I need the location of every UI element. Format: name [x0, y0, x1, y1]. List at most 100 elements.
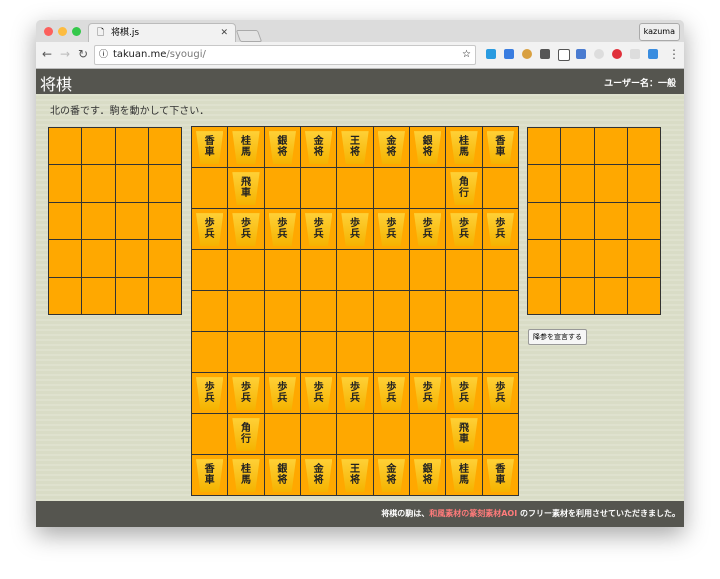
- board-cell[interactable]: [373, 414, 409, 454]
- board-cell[interactable]: 香車: [482, 127, 518, 167]
- hand-cell[interactable]: [82, 165, 115, 202]
- board-cell[interactable]: [373, 291, 409, 331]
- board-cell[interactable]: [300, 250, 337, 290]
- hand-cell[interactable]: [82, 240, 115, 277]
- board-cell[interactable]: [409, 168, 446, 208]
- hand-cell[interactable]: [561, 240, 594, 277]
- board-cell[interactable]: 香車: [482, 455, 518, 495]
- shogi-piece[interactable]: 歩兵: [413, 213, 442, 246]
- board-cell[interactable]: [228, 291, 264, 331]
- board-cell[interactable]: 桂馬: [446, 127, 482, 167]
- board-cell[interactable]: 歩兵: [482, 373, 518, 413]
- resign-button[interactable]: 降参を宣言する: [528, 329, 587, 345]
- board-cell[interactable]: 歩兵: [337, 209, 373, 249]
- hand-cell[interactable]: [115, 128, 148, 165]
- shogi-piece[interactable]: 銀将: [413, 131, 442, 164]
- board-cell[interactable]: [192, 250, 228, 290]
- board-cell[interactable]: [337, 168, 373, 208]
- hand-cell[interactable]: [528, 128, 561, 165]
- shogi-piece[interactable]: 桂馬: [450, 459, 478, 492]
- hand-cell[interactable]: [148, 165, 181, 202]
- board-cell[interactable]: 桂馬: [228, 127, 264, 167]
- hand-cell[interactable]: [561, 128, 594, 165]
- pocket-icon[interactable]: [540, 49, 550, 59]
- hand-cell[interactable]: [627, 240, 660, 277]
- board-cell[interactable]: [300, 414, 337, 454]
- hand-cell[interactable]: [528, 202, 561, 240]
- board-cell[interactable]: [337, 291, 373, 331]
- shogi-piece[interactable]: 歩兵: [377, 213, 405, 246]
- hand-cell[interactable]: [49, 240, 82, 277]
- hand-cell[interactable]: [528, 240, 561, 277]
- board-cell[interactable]: [482, 332, 518, 372]
- hand-cell[interactable]: [627, 128, 660, 165]
- hand-cell[interactable]: [561, 202, 594, 240]
- tab-shogi[interactable]: 🗋 将棋.js ✕: [88, 23, 236, 43]
- like-icon[interactable]: [558, 49, 570, 61]
- board-cell[interactable]: 歩兵: [300, 209, 337, 249]
- board-cell[interactable]: [337, 250, 373, 290]
- board-cell[interactable]: 歩兵: [446, 373, 482, 413]
- board-cell[interactable]: [337, 332, 373, 372]
- hand-cell[interactable]: [49, 277, 82, 314]
- board-cell[interactable]: [409, 332, 446, 372]
- board-cell[interactable]: [192, 168, 228, 208]
- board-cell[interactable]: [482, 291, 518, 331]
- shogi-piece[interactable]: 歩兵: [486, 213, 514, 246]
- shogi-piece[interactable]: 角行: [232, 418, 260, 451]
- board-cell[interactable]: 歩兵: [192, 373, 228, 413]
- board-cell[interactable]: [300, 332, 337, 372]
- hand-cell[interactable]: [148, 128, 181, 165]
- shogi-piece[interactable]: 王将: [341, 131, 369, 164]
- shogi-piece[interactable]: 歩兵: [196, 377, 224, 410]
- new-tab-button[interactable]: [235, 30, 263, 42]
- hand-cell[interactable]: [561, 165, 594, 202]
- reload-icon[interactable]: ↻: [78, 47, 88, 61]
- shogi-piece[interactable]: 歩兵: [377, 377, 405, 410]
- hand-cell[interactable]: [115, 202, 148, 240]
- board-cell[interactable]: 角行: [228, 414, 264, 454]
- shogi-piece[interactable]: 角行: [450, 172, 478, 205]
- hand-cell[interactable]: [49, 165, 82, 202]
- board-cell[interactable]: 桂馬: [228, 455, 264, 495]
- board-cell[interactable]: [192, 332, 228, 372]
- board-cell[interactable]: 歩兵: [228, 373, 264, 413]
- shogi-piece[interactable]: 歩兵: [450, 213, 478, 246]
- shogi-piece[interactable]: 歩兵: [341, 377, 369, 410]
- board-cell[interactable]: 銀将: [409, 455, 446, 495]
- forward-icon[interactable]: →: [60, 47, 70, 61]
- shogi-piece[interactable]: 歩兵: [341, 213, 369, 246]
- hand-cell[interactable]: [82, 128, 115, 165]
- shogi-piece[interactable]: 銀将: [268, 131, 296, 164]
- shogi-piece[interactable]: 桂馬: [450, 131, 478, 164]
- shogi-piece[interactable]: 銀将: [413, 459, 442, 492]
- hand-cell[interactable]: [561, 277, 594, 314]
- hand-cell[interactable]: [82, 202, 115, 240]
- maximize-window-button[interactable]: [72, 27, 81, 36]
- shogi-piece[interactable]: 香車: [196, 459, 224, 492]
- extension-icon[interactable]: [522, 49, 532, 59]
- board-cell[interactable]: [373, 250, 409, 290]
- board-cell[interactable]: 金将: [300, 127, 337, 167]
- shogi-piece[interactable]: 香車: [196, 131, 224, 164]
- shogi-piece[interactable]: 歩兵: [232, 213, 260, 246]
- board-cell[interactable]: [264, 250, 300, 290]
- board-cell[interactable]: [482, 414, 518, 454]
- board-cell[interactable]: [409, 291, 446, 331]
- shogi-piece[interactable]: 金将: [304, 459, 333, 492]
- hand-cell[interactable]: [627, 202, 660, 240]
- extension-icon[interactable]: [486, 49, 496, 59]
- hand-cell[interactable]: [49, 202, 82, 240]
- shogi-piece[interactable]: 歩兵: [268, 377, 296, 410]
- address-bar[interactable]: ⓘ takuan.me/syougi/ ☆: [94, 45, 476, 65]
- board-cell[interactable]: [482, 168, 518, 208]
- shogi-piece[interactable]: 歩兵: [304, 213, 333, 246]
- board-cell[interactable]: 歩兵: [264, 209, 300, 249]
- shogi-piece[interactable]: 飛車: [450, 418, 478, 451]
- board-cell[interactable]: 金将: [373, 127, 409, 167]
- hand-cell[interactable]: [594, 165, 627, 202]
- hand-cell[interactable]: [594, 202, 627, 240]
- hand-cell[interactable]: [627, 277, 660, 314]
- shogi-piece[interactable]: 歩兵: [196, 213, 224, 246]
- shogi-piece[interactable]: 王将: [341, 459, 369, 492]
